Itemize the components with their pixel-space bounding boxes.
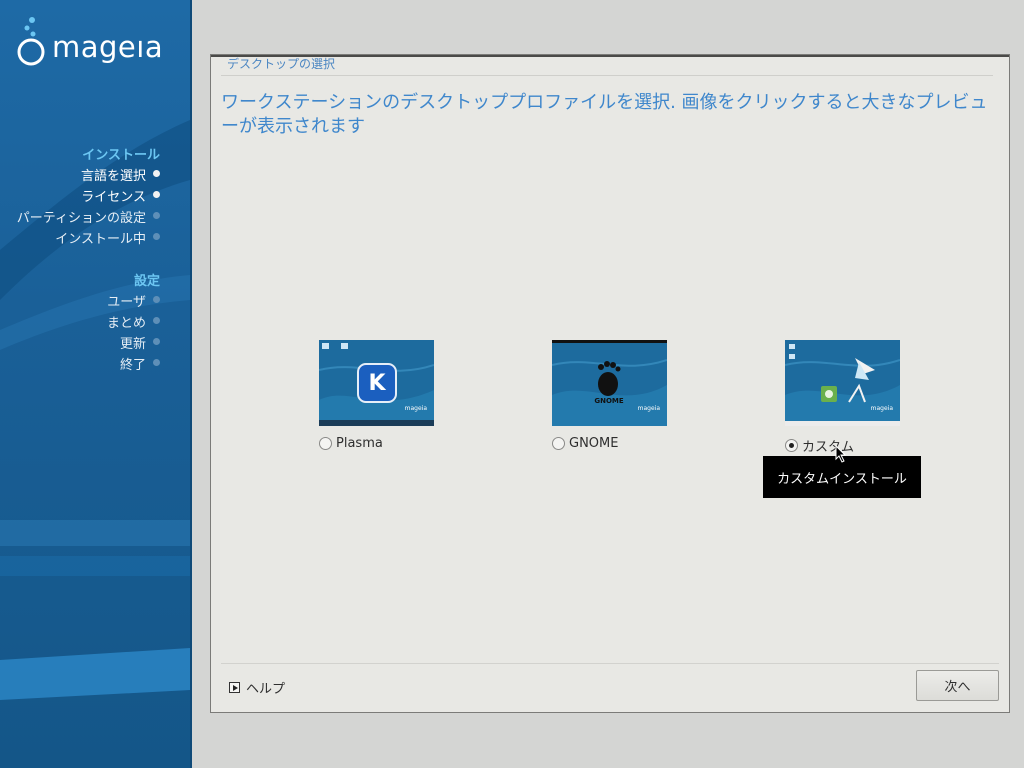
frame-divider <box>221 75 993 76</box>
desktop-choice-custom: mageia カスタム <box>785 340 901 455</box>
next-button[interactable]: 次へ <box>916 670 999 701</box>
mageia-cauldron-icon <box>17 17 45 66</box>
plasma-radio-option[interactable]: Plasma <box>319 436 435 451</box>
step-license: ライセンス <box>81 190 146 205</box>
svg-text:K: K <box>368 371 386 396</box>
sidebar: mageıa インストール 言語を選択 ライセンス パーティションの設定 インス… <box>0 0 192 768</box>
step-status-dot <box>153 233 160 240</box>
plasma-radio-button[interactable] <box>319 437 332 450</box>
step-users: ユーザ <box>107 295 146 310</box>
expand-triangle-icon[interactable] <box>229 682 240 693</box>
gnome-preview-thumbnail[interactable]: GNOME mageia <box>552 340 667 426</box>
custom-preview-thumbnail[interactable]: mageia <box>785 340 900 426</box>
step-status-dot <box>153 359 160 366</box>
sidebar-background <box>0 120 190 700</box>
mageia-logo: mageıa <box>14 14 184 74</box>
step-status-dot <box>153 212 160 219</box>
svg-text:mageia: mageia <box>638 405 661 412</box>
step-status-dot <box>153 338 160 345</box>
section-title-install: インストール <box>82 148 160 163</box>
section-title-config: 設定 <box>133 274 160 289</box>
page-heading: ワークステーションのデスクトッププロファイルを選択. 画像をクリックすると大きな… <box>221 92 988 137</box>
step-finish: 終了 <box>119 358 146 373</box>
step-summary: まとめ <box>106 316 146 331</box>
mageia-wordmark: mageıa <box>52 30 164 64</box>
svg-text:mageia: mageia <box>871 405 894 412</box>
plasma-radio-label[interactable]: Plasma <box>336 436 383 451</box>
step-status-dot <box>153 317 160 324</box>
step-status-dot <box>153 191 160 198</box>
help-label[interactable]: ヘルプ <box>246 678 285 697</box>
desktop-choice-gnome: GNOME mageia GNOME <box>552 340 668 451</box>
plasma-preview-thumbnail[interactable]: K mageia <box>319 340 434 426</box>
gnome-radio-label[interactable]: GNOME <box>569 436 618 451</box>
desktop-choice-plasma: K mageia Plasma <box>319 340 435 451</box>
mouse-pointer-icon <box>835 445 847 463</box>
svg-text:mageia: mageia <box>405 405 428 412</box>
svg-text:GNOME: GNOME <box>594 397 624 405</box>
custom-radio-button[interactable] <box>785 439 798 452</box>
step-status-dot <box>153 296 160 303</box>
installer-window: デスクトップの選択 ワークステーションのデスクトッププロファイルを選択. 画像を… <box>210 54 1010 713</box>
kde-logo-icon: K <box>357 363 397 403</box>
gnome-radio-option[interactable]: GNOME <box>552 436 668 451</box>
frame-title: デスクトップの選択 <box>227 57 336 71</box>
gnome-radio-button[interactable] <box>552 437 565 450</box>
step-updates: 更新 <box>119 337 146 352</box>
help-expander[interactable]: ヘルプ <box>229 678 285 697</box>
step-installing: インストール中 <box>55 232 146 247</box>
footer-divider <box>221 663 999 664</box>
step-select-language: 言語を選択 <box>80 169 146 184</box>
step-partitioning: パーティションの設定 <box>16 211 146 226</box>
step-status-dot <box>153 170 160 177</box>
